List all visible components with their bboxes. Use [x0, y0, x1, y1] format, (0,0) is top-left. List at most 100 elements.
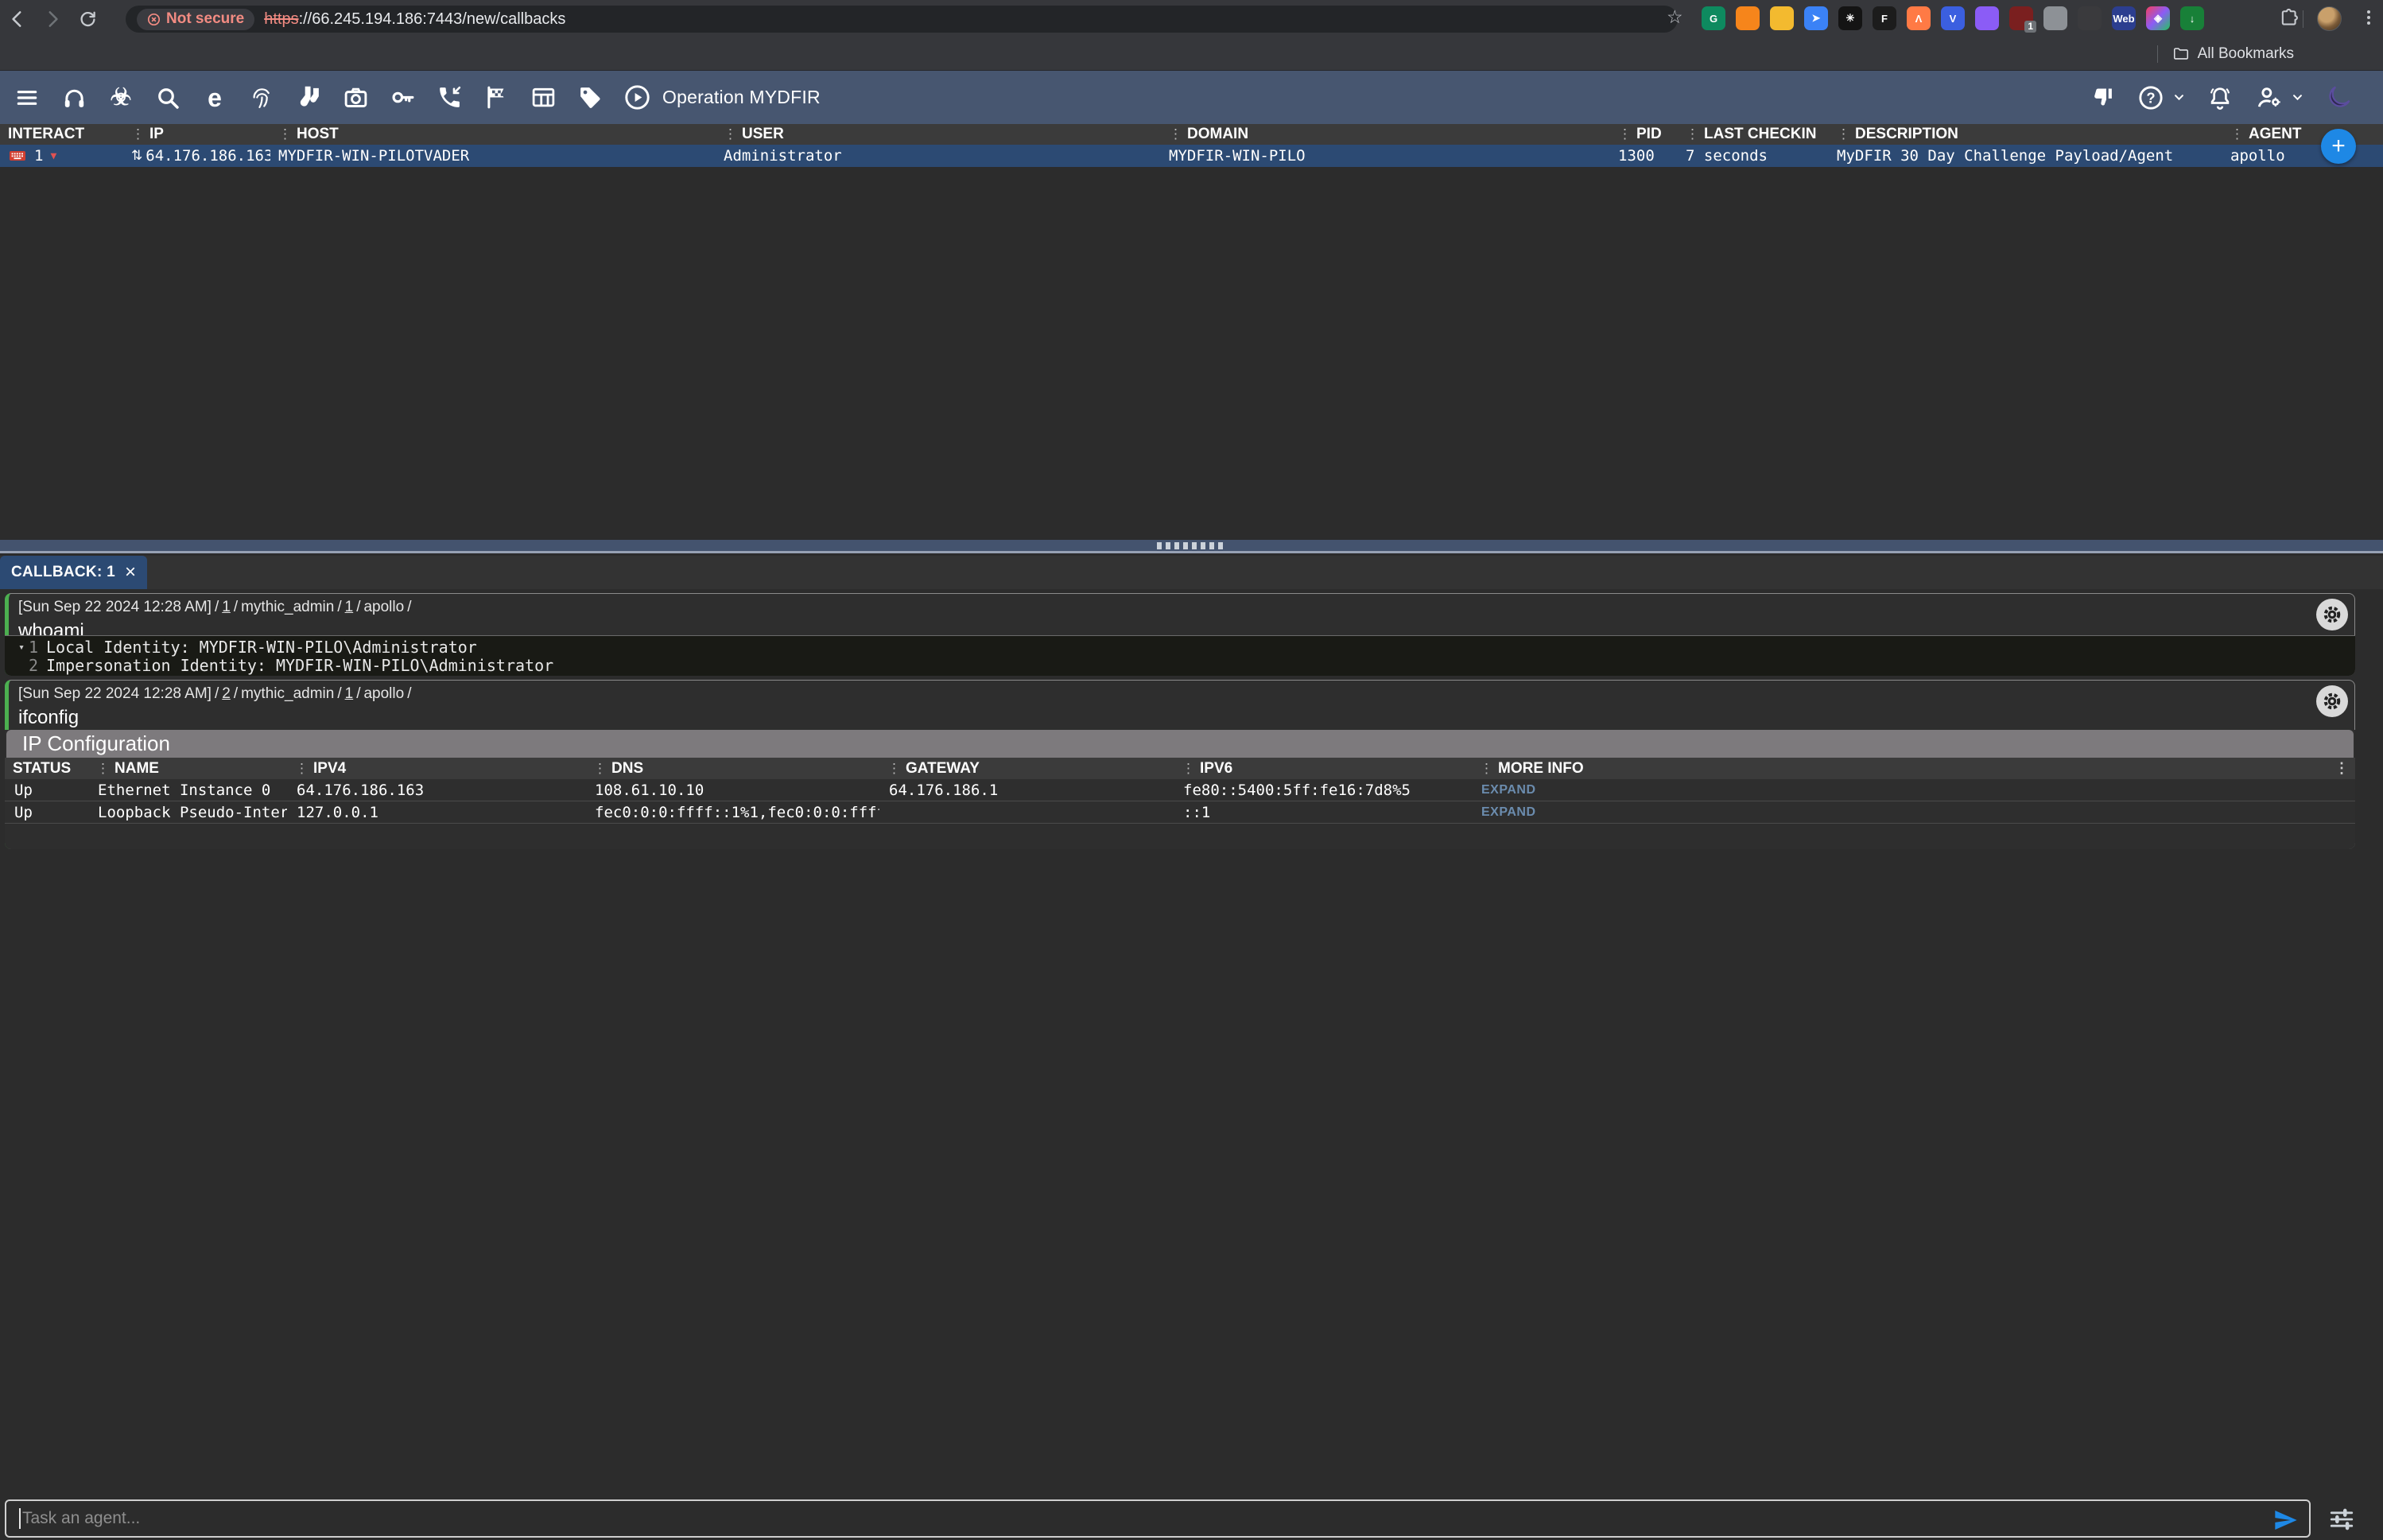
col-ipv6[interactable]: ⋮IPV6 [1174, 760, 1472, 778]
col-interact[interactable]: INTERACT [0, 124, 123, 145]
grammarly-icon[interactable]: G [1702, 6, 1725, 30]
reload-icon[interactable] [70, 3, 105, 35]
col-description[interactable]: ⋮DESCRIPTION [1829, 124, 2222, 145]
extensions-puzzle-icon[interactable] [2278, 7, 2300, 29]
forward-icon[interactable] [35, 3, 70, 35]
ublock-origin-icon[interactable]: 1 [2009, 6, 2033, 30]
interact-cell[interactable]: 1 ▼ [0, 145, 123, 167]
send-task-icon[interactable] [2272, 1507, 2298, 1533]
close-tab-icon[interactable]: × [125, 563, 136, 582]
gray-robot-icon[interactable] [2043, 6, 2067, 30]
callbacks-headphones-icon[interactable] [60, 83, 88, 112]
purple-journal-icon[interactable] [1975, 6, 1999, 30]
color-diamond-icon[interactable]: ◈ [2146, 6, 2170, 30]
binance-wallet-icon[interactable] [1770, 6, 1794, 30]
task-settings-gear-icon[interactable] [2316, 599, 2348, 630]
col-pid[interactable]: ⋮PID [1610, 124, 1678, 145]
pid-cell: 1300 [1610, 145, 1678, 167]
menu-icon[interactable] [13, 83, 41, 112]
drag-handle-icon: ⋮ [1686, 126, 1699, 142]
callback-row[interactable]: 1 ▼ ⇅64.176.186.163 MYDFIR-WIN-PILOTVADE… [0, 145, 2383, 167]
dark-snowflake-icon[interactable]: ✳ [1838, 6, 1862, 30]
callback-tab[interactable]: CALLBACK: 1 × [0, 556, 147, 589]
screen: Not secure https://66.245.194.186:7443/n… [0, 0, 2383, 1540]
task-input[interactable]: Task an agent... [5, 1499, 2311, 1538]
task-id-link[interactable]: 2 [222, 685, 231, 702]
callback-id-link[interactable]: 1 [345, 599, 354, 615]
browser-menu-icon[interactable] [2359, 6, 2378, 29]
task-settings-gear-icon[interactable] [2316, 685, 2348, 717]
blue-arrow-icon[interactable]: ➤ [1804, 6, 1828, 30]
phone-callbacks-icon[interactable] [435, 83, 464, 112]
fingerprint-icon[interactable] [247, 83, 276, 112]
ip-expand-icon[interactable]: ⇅ [131, 148, 142, 164]
callback-id: 1 [34, 147, 43, 165]
agent-cell: apollo [2222, 145, 2383, 167]
output-line: ▾1 Local Identity: MYDFIR-WIN-PILO\Admin… [5, 638, 2355, 657]
col-ipv4[interactable]: ⋮IPV4 [287, 760, 585, 778]
drag-handle-icon: ⋮ [295, 761, 309, 777]
drag-dots-icon[interactable] [1157, 542, 1227, 549]
keyboard-icon[interactable] [8, 146, 27, 165]
back-icon[interactable] [0, 3, 35, 35]
address-bar[interactable]: Not secure https://66.245.194.186:7443/n… [126, 6, 1678, 33]
all-bookmarks-label[interactable]: All Bookmarks [2198, 45, 2294, 63]
account-settings-icon[interactable] [2255, 83, 2284, 112]
mitre-table-icon[interactable] [529, 83, 557, 112]
ip-table-header: STATUS ⋮NAME ⋮IPV4 ⋮DNS ⋮GATEWAY ⋮IPV6 ⋮… [5, 758, 2355, 779]
ifconfig-response: IP Configuration STATUS ⋮NAME ⋮IPV4 ⋮DNS… [5, 730, 2355, 849]
idm-icon[interactable]: ↓ [2180, 6, 2204, 30]
col-ip[interactable]: ⋮IP [123, 124, 270, 145]
help-icon[interactable]: ? [2137, 83, 2165, 112]
dark-mode-moon-icon[interactable] [2324, 83, 2353, 112]
callback-id-link[interactable]: 1 [345, 685, 354, 702]
col-status[interactable]: STATUS [5, 760, 88, 778]
col-dns[interactable]: ⋮DNS [585, 760, 879, 778]
drag-handle-icon: ⋮ [1837, 126, 1850, 142]
socks-icon[interactable] [294, 83, 323, 112]
bookmark-star-icon[interactable]: ☆ [1667, 8, 1683, 26]
col-host[interactable]: ⋮HOST [270, 124, 716, 145]
vimeo-icon[interactable]: V [1941, 6, 1965, 30]
col-name[interactable]: ⋮NAME [88, 760, 287, 778]
expand-link[interactable]: EXPAND [1481, 783, 1536, 797]
metamask-icon[interactable] [1736, 6, 1760, 30]
task-id-link[interactable]: 1 [222, 599, 231, 615]
col-agent[interactable]: ⋮AGENT [2222, 124, 2383, 145]
status-cell: Up [5, 782, 88, 799]
not-secure-chip[interactable]: Not secure [137, 9, 254, 30]
operation-name[interactable]: Operation MYDFIR [662, 87, 821, 108]
domain-cell: MYDFIR-WIN-PILO [1161, 145, 1610, 167]
feedback-thumbsdown-icon[interactable] [2087, 83, 2116, 112]
notifications-bell-icon[interactable] [2206, 83, 2234, 112]
split-divider[interactable] [0, 540, 2383, 553]
settings-chevron-icon[interactable] [2292, 94, 2303, 102]
column-menu-icon[interactable]: ⋮ [2334, 760, 2349, 777]
eventing-icon[interactable]: e [200, 83, 229, 112]
col-user[interactable]: ⋮USER [716, 124, 1161, 145]
orange-agent-icon[interactable]: Λ [1907, 6, 1931, 30]
col-more-info[interactable]: ⋮MORE INFO [1472, 760, 2355, 778]
task-options-tune-icon[interactable] [2328, 1506, 2355, 1533]
payloads-biohazard-icon[interactable]: ☣ [107, 83, 135, 112]
tags-icon[interactable] [576, 83, 604, 112]
col-last-checkin[interactable]: ⋮LAST CHECKIN [1678, 124, 1829, 145]
profile-avatar[interactable] [2317, 6, 2342, 31]
search-icon[interactable] [153, 83, 182, 112]
figma-icon[interactable]: F [1873, 6, 1896, 30]
expand-link[interactable]: EXPAND [1481, 805, 1536, 820]
webchatgpt-icon[interactable]: Web [2112, 6, 2136, 30]
url-text: https://66.245.194.186:7443/new/callback… [264, 10, 565, 29]
bookmarks-bar: All Bookmarks [0, 38, 2383, 71]
interact-dropdown-icon[interactable]: ▼ [50, 150, 56, 162]
credentials-key-icon[interactable] [388, 83, 417, 112]
active-operations-play-icon[interactable] [623, 83, 651, 112]
screenshots-camera-icon[interactable] [341, 83, 370, 112]
dark-cat-icon[interactable] [2078, 6, 2102, 30]
reporting-flag-icon[interactable] [482, 83, 510, 112]
collapse-icon[interactable]: ▾ [18, 638, 25, 657]
col-domain[interactable]: ⋮DOMAIN [1161, 124, 1610, 145]
help-chevron-icon[interactable] [2173, 94, 2185, 102]
col-gateway[interactable]: ⋮GATEWAY [879, 760, 1174, 778]
add-callback-button[interactable]: + [2321, 129, 2356, 164]
